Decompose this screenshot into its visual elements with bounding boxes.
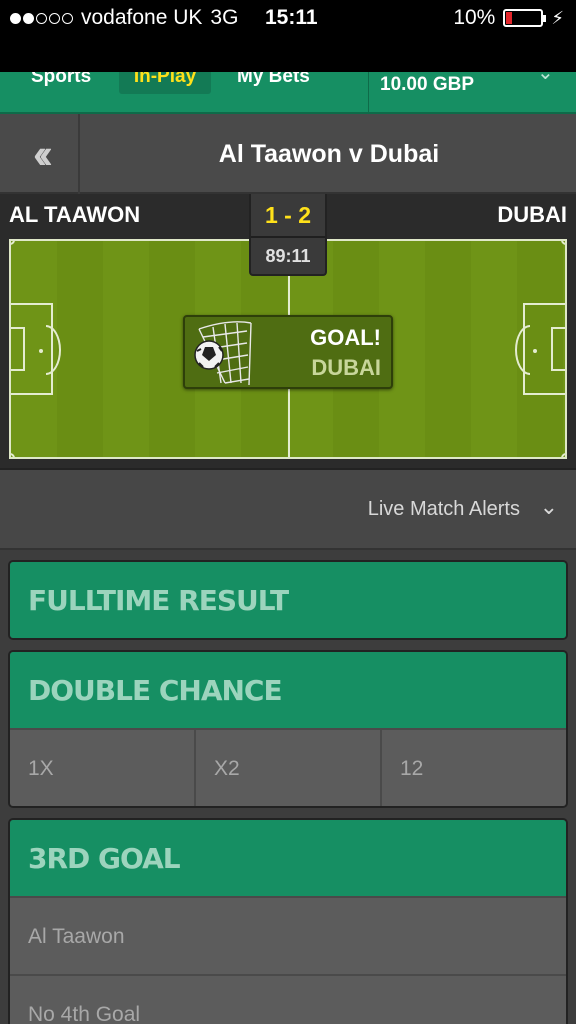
- away-team-name: DUBAI: [497, 202, 567, 227]
- market-header-3rd-goal[interactable]: 3RD GOAL: [10, 820, 566, 896]
- selection-row: 1X X2 12: [10, 728, 566, 806]
- double-chevron-left-icon: ‹‹: [33, 130, 53, 177]
- tab-sports[interactable]: Sports: [31, 72, 91, 94]
- divider: [251, 236, 325, 238]
- score: 1 - 2: [264, 202, 312, 228]
- market-double-chance: DOUBLE CHANCE 1X X2 12: [8, 650, 568, 808]
- status-bar: vodafone UK 3G 15:11 10% ⚡: [0, 0, 576, 40]
- back-button[interactable]: ‹‹: [0, 114, 80, 194]
- status-time: 15:11: [265, 6, 318, 29]
- corner-arc: [11, 453, 15, 457]
- penalty-spot-left: [39, 349, 43, 353]
- account-balance[interactable]: 10.00 GBP: [368, 72, 474, 112]
- selection-no-4th-goal[interactable]: No 4th Goal: [10, 974, 566, 1024]
- market-title: 3RD GOAL: [28, 842, 181, 875]
- tab-my-bets[interactable]: My Bets: [237, 72, 310, 94]
- goal-area-right: [551, 327, 565, 371]
- top-navigation: Sports In-Play My Bets 10.00 GBP ⌄: [0, 72, 576, 114]
- charging-icon: ⚡: [551, 7, 564, 28]
- scoreboard: 1 - 2 89:11: [249, 194, 327, 276]
- balance-value: 10.00 GBP: [380, 74, 474, 95]
- battery-percent: 10%: [453, 6, 496, 29]
- market-3rd-goal: 3RD GOAL Al Taawon No 4th Goal: [8, 818, 568, 1024]
- status-right: 10% ⚡: [453, 6, 564, 30]
- goal-event-title: GOAL!: [310, 325, 381, 350]
- event-header: ‹‹ Al Taawon v Dubai: [0, 114, 576, 194]
- carrier-name: vodafone UK: [81, 6, 203, 29]
- chevron-down-icon[interactable]: ⌄: [537, 72, 554, 85]
- goal-event-panel: GOAL! DUBAI: [183, 315, 393, 389]
- goal-event-team: DUBAI: [311, 355, 381, 380]
- market-header-fulltime-result[interactable]: FULLTIME RESULT: [10, 562, 566, 638]
- home-team-name: AL TAAWON: [9, 202, 141, 227]
- chevron-down-icon: ⌄: [539, 494, 558, 519]
- selection-12[interactable]: 12: [382, 730, 566, 806]
- selection-1x[interactable]: 1X: [10, 730, 196, 806]
- live-match-alerts-toggle[interactable]: Live Match Alerts ⌄: [0, 468, 576, 550]
- status-left: vodafone UK 3G: [10, 6, 238, 30]
- signal-strength-icon: [10, 12, 73, 24]
- market-title: DOUBLE CHANCE: [28, 674, 283, 707]
- tab-in-play[interactable]: In-Play: [119, 72, 211, 94]
- page-title: Al Taawon v Dubai: [218, 140, 440, 168]
- selection-al-taawon[interactable]: Al Taawon: [10, 896, 566, 974]
- corner-arc: [561, 453, 565, 457]
- penalty-spot-right: [533, 349, 537, 353]
- market-header-double-chance[interactable]: DOUBLE CHANCE: [10, 652, 566, 728]
- market-title: FULLTIME RESULT: [28, 584, 289, 617]
- corner-arc: [11, 241, 15, 245]
- ball-in-net-icon: [194, 321, 252, 386]
- corner-arc: [561, 241, 565, 245]
- selection-x2[interactable]: X2: [196, 730, 382, 806]
- match-visualiser: AL TAAWON DUBAI 1 - 2 89:11 GOAL! DUBAI: [0, 194, 576, 468]
- match-clock: 89:11: [265, 246, 311, 266]
- market-fulltime-result: FULLTIME RESULT: [8, 560, 568, 640]
- network-type: 3G: [210, 6, 239, 29]
- status-bar-extension: [0, 40, 576, 72]
- alerts-label: Live Match Alerts: [367, 498, 520, 520]
- goal-area-left: [11, 327, 25, 371]
- battery-icon: [503, 9, 547, 27]
